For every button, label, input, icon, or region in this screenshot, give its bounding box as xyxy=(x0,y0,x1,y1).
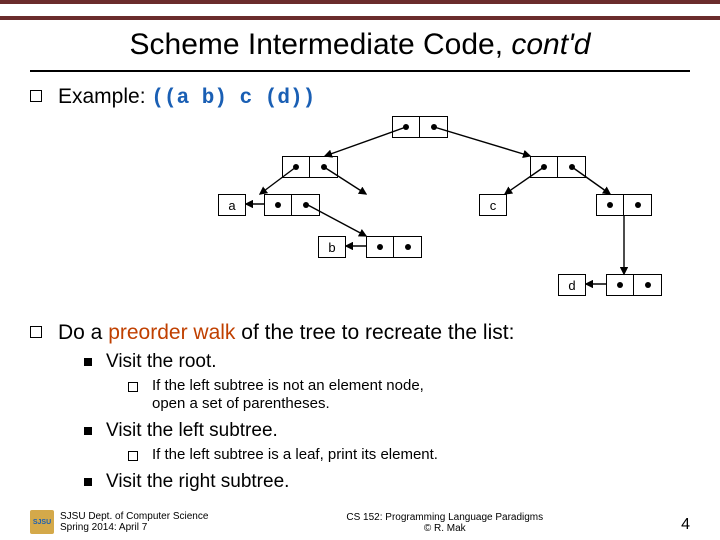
sjsu-logo-icon: SJSU xyxy=(30,510,54,534)
footer-author: © R. Mak xyxy=(208,523,681,534)
example-prefix: Example: xyxy=(58,85,151,108)
footer-term: Spring 2014: April 7 xyxy=(60,522,208,533)
cons-cell xyxy=(282,156,338,178)
walk-highlight: preorder walk xyxy=(108,321,235,344)
step-visit-left: Visit the left subtree. xyxy=(84,420,690,442)
footer-dept: SJSU Dept. of Computer Science xyxy=(60,511,208,522)
cons-cell-a xyxy=(264,194,320,216)
cons-cell-b xyxy=(366,236,422,258)
leaf-d: d xyxy=(558,274,586,296)
slide-title: Scheme Intermediate Code, cont'd xyxy=(0,20,720,68)
bullet-icon xyxy=(30,326,42,338)
leaf-a: a xyxy=(218,194,246,216)
bullet-icon xyxy=(128,382,138,392)
step-root-detail: If the left subtree is not an element no… xyxy=(128,377,690,415)
example-code: ((a b) c (d)) xyxy=(151,87,315,110)
bullet-icon xyxy=(84,427,92,435)
cons-cell-root xyxy=(392,116,448,138)
cons-cell xyxy=(530,156,586,178)
walk-suffix: of the tree to recreate the list: xyxy=(235,321,514,344)
bullet-preorder: Do a preorder walk of the tree to recrea… xyxy=(30,320,690,346)
title-contd: cont'd xyxy=(511,28,590,61)
cons-cell-d xyxy=(606,274,662,296)
bullet-icon xyxy=(30,90,42,102)
page-number: 4 xyxy=(681,516,690,534)
footer: SJSU SJSU Dept. of Computer Science Spri… xyxy=(0,510,720,534)
title-main: Scheme Intermediate Code, xyxy=(130,28,512,61)
walk-prefix: Do a xyxy=(58,321,108,344)
leaf-c: c xyxy=(479,194,507,216)
step-visit-right: Visit the right subtree. xyxy=(84,471,690,493)
bullet-example: Example: ((a b) c (d)) xyxy=(30,84,690,112)
footer-course: CS 152: Programming Language Paradigms xyxy=(208,512,681,523)
leaf-b: b xyxy=(318,236,346,258)
step-left-detail: If the left subtree is a leaf, print its… xyxy=(128,446,690,465)
step-visit-root: Visit the root. xyxy=(84,351,690,373)
bullet-icon xyxy=(84,478,92,486)
bullet-icon xyxy=(84,358,92,366)
bullet-icon xyxy=(128,451,138,461)
tree-diagram: a b c d xyxy=(30,116,690,316)
cons-cell-d-parent xyxy=(596,194,652,216)
